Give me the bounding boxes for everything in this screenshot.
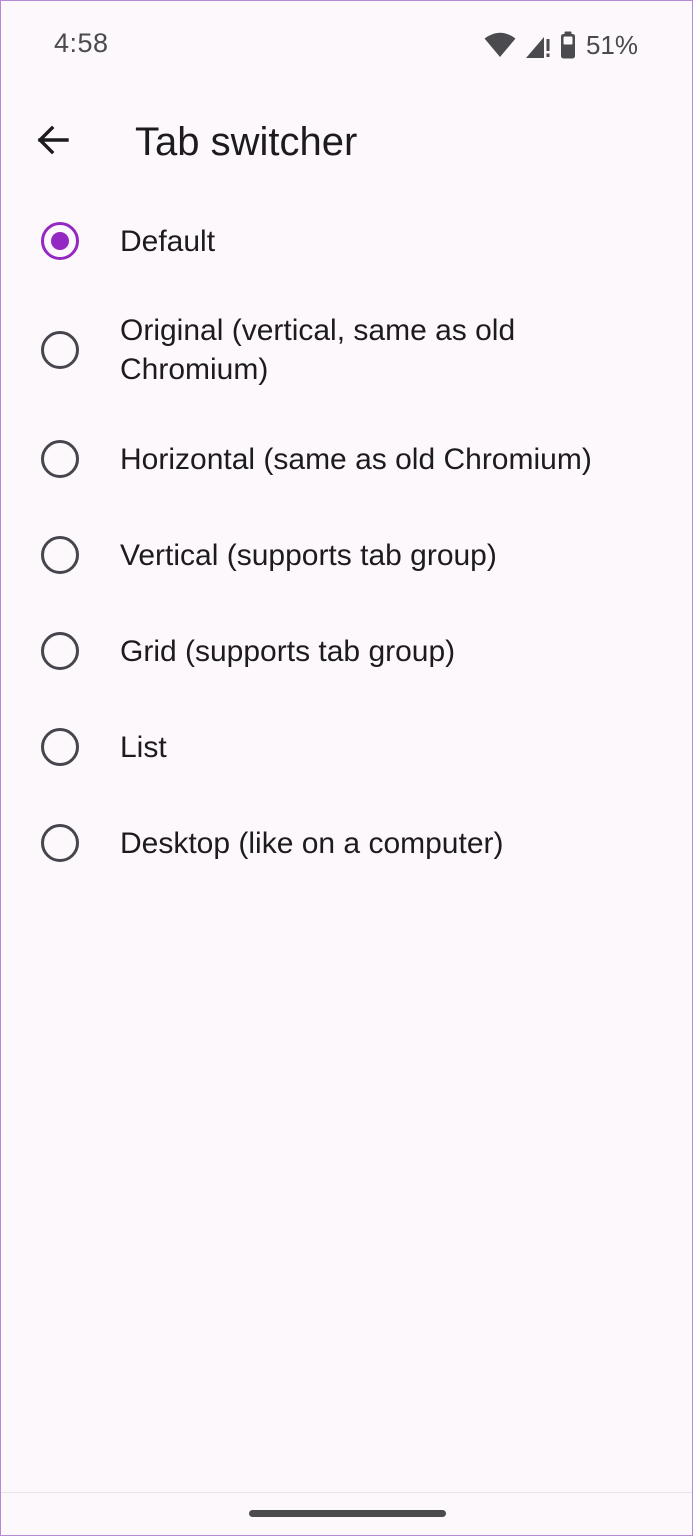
battery-icon	[560, 31, 576, 59]
back-button[interactable]	[23, 112, 83, 172]
option-grid[interactable]: Grid (supports tab group)	[1, 603, 692, 699]
option-label: Horizontal (same as old Chromium)	[120, 442, 592, 476]
radio-button-selected[interactable]	[41, 222, 79, 260]
radio-button[interactable]	[41, 440, 79, 478]
option-horizontal[interactable]: Horizontal (same as old Chromium)	[1, 411, 692, 507]
wifi-icon	[484, 32, 516, 58]
status-time: 4:58	[54, 28, 109, 58]
radio-button[interactable]	[41, 632, 79, 670]
gesture-navigation-handle[interactable]	[249, 1510, 446, 1517]
option-original[interactable]: Original (vertical, same as old Chromium…	[1, 289, 692, 411]
option-vertical[interactable]: Vertical (supports tab group)	[1, 507, 692, 603]
cell-signal-icon	[524, 31, 552, 59]
option-label: Vertical (supports tab group)	[120, 538, 497, 572]
option-default[interactable]: Default	[1, 193, 692, 289]
option-list[interactable]: List	[1, 699, 692, 795]
battery-percent: 51%	[585, 29, 638, 60]
arrow-left-icon	[36, 125, 70, 160]
page-title: Tab switcher	[135, 120, 358, 164]
option-label: Grid (supports tab group)	[120, 634, 456, 668]
tab-switcher-options: Default Original (vertical, same as old …	[1, 193, 692, 891]
screen: 4:58 51% Tab switcher Default Original (…	[0, 0, 693, 1536]
radio-button[interactable]	[41, 331, 79, 369]
radio-button[interactable]	[41, 536, 79, 574]
option-label: Desktop (like on a computer)	[120, 826, 504, 860]
app-bar: Tab switcher	[1, 96, 692, 188]
radio-button[interactable]	[41, 728, 79, 766]
status-bar: 4:58 51%	[1, 1, 692, 91]
navigation-divider	[1, 1492, 692, 1493]
option-desktop[interactable]: Desktop (like on a computer)	[1, 795, 692, 891]
option-label: Original (vertical, same as old Chromium…	[120, 314, 516, 386]
radio-button[interactable]	[41, 824, 79, 862]
option-label: List	[120, 730, 167, 764]
option-label: Default	[120, 224, 216, 258]
status-icons: 51%	[484, 27, 638, 63]
